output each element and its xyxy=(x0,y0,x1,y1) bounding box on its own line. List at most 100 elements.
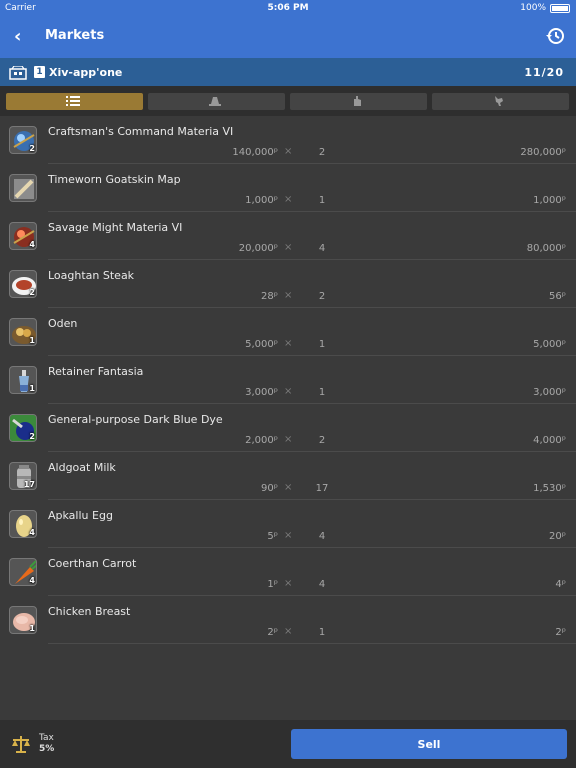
retainer-icon xyxy=(9,65,27,80)
times-symbol: × xyxy=(284,386,293,397)
stack-count-badge: 2 xyxy=(29,144,35,153)
sell-button[interactable]: Sell xyxy=(291,729,567,759)
times-symbol: × xyxy=(284,146,293,157)
market-item-row[interactable]: 17 Aldgoat Milk 90ᵖ × 17 1,530ᵖ xyxy=(0,452,576,500)
dye-icon: 2 xyxy=(9,414,37,442)
tab-headgear[interactable] xyxy=(148,93,285,110)
stack-count-badge: 2 xyxy=(29,288,35,297)
total-price: 56ᵖ xyxy=(548,291,566,302)
market-item-row[interactable]: 4 Savage Might Materia VI 20,000ᵖ × 4 80,000ᵖ xyxy=(0,212,576,260)
scales-icon xyxy=(10,733,32,755)
retainer-slot-count: 11/20 xyxy=(524,66,564,79)
tax-value: 5% xyxy=(39,744,55,754)
tab-gloves[interactable] xyxy=(290,93,427,110)
item-name: Coerthan Carrot xyxy=(48,557,137,570)
battery-percent: 100% xyxy=(520,3,546,13)
stack-count-badge: 17 xyxy=(23,480,35,489)
item-count: 2 xyxy=(318,147,326,158)
item-name: Aldgoat Milk xyxy=(48,461,116,474)
unit-price: 5ᵖ xyxy=(267,531,278,542)
unit-price: 90ᵖ xyxy=(260,483,278,494)
market-item-list: 2 Craftsman's Command Materia VI 140,000ᵖ ×… xyxy=(0,116,576,644)
times-symbol: × xyxy=(284,290,293,301)
item-count: 2 xyxy=(318,435,326,446)
retainer-number: 1 xyxy=(34,66,45,78)
times-symbol: × xyxy=(284,530,293,541)
total-price: 3,000ᵖ xyxy=(533,387,566,398)
unit-price: 1ᵖ xyxy=(267,579,278,590)
bottom-bar: Tax 5% Sell xyxy=(0,720,576,768)
stack-count-badge: 4 xyxy=(29,576,35,585)
times-symbol: × xyxy=(284,578,293,589)
stack-count-badge: 4 xyxy=(29,528,35,537)
unit-price: 1,000ᵖ xyxy=(245,195,278,206)
chicken-icon: 1 xyxy=(9,606,37,634)
nav-bar: ‹ Markets xyxy=(0,16,576,58)
materia-red-icon: 4 xyxy=(9,222,37,250)
history-icon[interactable] xyxy=(544,25,566,47)
stack-count-badge: 1 xyxy=(29,336,35,345)
tax-label: Tax xyxy=(39,733,54,743)
item-count: 1 xyxy=(318,195,326,206)
item-name: General-purpose Dark Blue Dye xyxy=(48,413,223,426)
unit-price: 140,000ᵖ xyxy=(232,147,278,158)
market-item-row[interactable]: Timeworn Goatskin Map 1,000ᵖ × 1 1,000ᵖ xyxy=(0,164,576,212)
category-tabs xyxy=(0,86,576,116)
total-price: 20ᵖ xyxy=(548,531,566,542)
item-name: Timeworn Goatskin Map xyxy=(48,173,181,186)
item-name: Savage Might Materia VI xyxy=(48,221,183,234)
item-count: 2 xyxy=(318,291,326,302)
map-icon xyxy=(9,174,37,202)
item-name: Chicken Breast xyxy=(48,605,131,618)
materia-blue-icon: 2 xyxy=(9,126,37,154)
chevron-left-icon[interactable]: ‹ xyxy=(14,26,21,47)
times-symbol: × xyxy=(284,434,293,445)
item-name: Loaghtan Steak xyxy=(48,269,135,282)
tab-list[interactable] xyxy=(6,93,143,110)
carrot-icon: 4 xyxy=(9,558,37,586)
market-item-row[interactable]: 2 Loaghtan Steak 28ᵖ × 2 56ᵖ xyxy=(0,260,576,308)
page-title: Markets xyxy=(45,28,105,43)
market-item-row[interactable]: 1 Retainer Fantasia 3,000ᵖ × 1 3,000ᵖ xyxy=(0,356,576,404)
market-item-row[interactable]: 2 General-purpose Dark Blue Dye 2,000ᵖ × 2 4,… xyxy=(0,404,576,452)
total-price: 80,000ᵖ xyxy=(526,243,566,254)
item-count: 4 xyxy=(318,243,326,254)
stack-count-badge: 1 xyxy=(29,384,35,393)
retainer-bar[interactable]: 1 Xiv-app'one 11/20 xyxy=(0,58,576,86)
unit-price: 2,000ᵖ xyxy=(245,435,278,446)
oden-icon: 1 xyxy=(9,318,37,346)
times-symbol: × xyxy=(284,482,293,493)
total-price: 1,000ᵖ xyxy=(533,195,566,206)
total-price: 2ᵖ xyxy=(555,627,566,638)
market-item-row[interactable]: 2 Craftsman's Command Materia VI 140,000ᵖ ×… xyxy=(0,116,576,164)
total-price: 4,000ᵖ xyxy=(533,435,566,446)
item-count: 1 xyxy=(318,627,326,638)
stack-count-badge: 2 xyxy=(29,432,35,441)
market-item-row[interactable]: 4 Coerthan Carrot 1ᵖ × 4 4ᵖ xyxy=(0,548,576,596)
egg-icon: 4 xyxy=(9,510,37,538)
times-symbol: × xyxy=(284,626,293,637)
steak-icon: 2 xyxy=(9,270,37,298)
unit-price: 28ᵖ xyxy=(260,291,278,302)
market-item-row[interactable]: 4 Apkallu Egg 5ᵖ × 4 20ᵖ xyxy=(0,500,576,548)
total-price: 1,530ᵖ xyxy=(533,483,566,494)
market-item-row[interactable]: 1 Chicken Breast 2ᵖ × 1 2ᵖ xyxy=(0,596,576,644)
unit-price: 20,000ᵖ xyxy=(238,243,278,254)
stack-count-badge: 4 xyxy=(29,240,35,249)
unit-price: 3,000ᵖ xyxy=(245,387,278,398)
total-price: 4ᵖ xyxy=(555,579,566,590)
tab-mounts[interactable] xyxy=(432,93,569,110)
market-item-row[interactable]: 1 Oden 5,000ᵖ × 1 5,000ᵖ xyxy=(0,308,576,356)
unit-price: 5,000ᵖ xyxy=(245,339,278,350)
battery-icon xyxy=(550,4,570,13)
times-symbol: × xyxy=(284,242,293,253)
item-count: 4 xyxy=(318,579,326,590)
retainer-name: Xiv-app'one xyxy=(49,66,123,79)
times-symbol: × xyxy=(284,338,293,349)
stack-count-badge: 1 xyxy=(29,624,35,633)
item-count: 4 xyxy=(318,531,326,542)
item-name: Craftsman's Command Materia VI xyxy=(48,125,234,138)
item-name: Retainer Fantasia xyxy=(48,365,144,378)
unit-price: 2ᵖ xyxy=(267,627,278,638)
potion-icon: 1 xyxy=(9,366,37,394)
